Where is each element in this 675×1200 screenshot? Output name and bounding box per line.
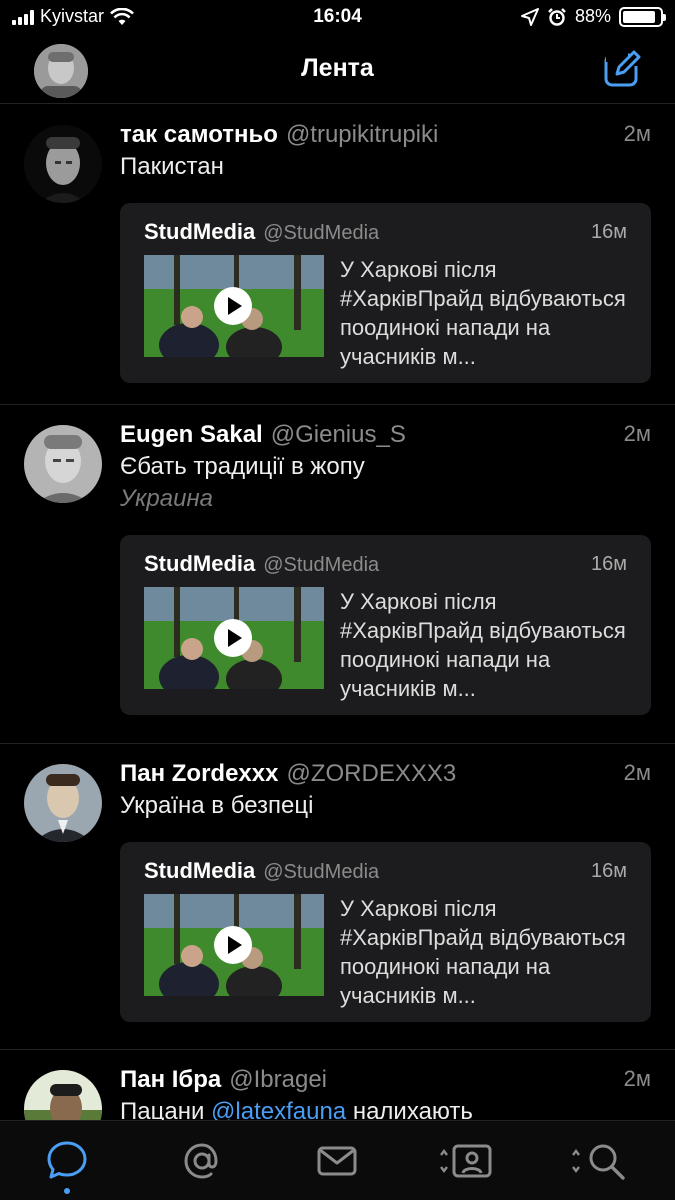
home-icon[interactable] <box>43 1137 91 1185</box>
messages-icon[interactable] <box>313 1137 361 1185</box>
page-title: Лента <box>301 54 374 82</box>
author-name[interactable]: Eugen Sakal <box>120 419 263 451</box>
quote-text: У Харкові після #ХарківПрайд відбуваютьс… <box>340 257 626 369</box>
tweet-text: Єбать традиції в жопу <box>120 453 365 480</box>
tweet-time: 2м <box>623 421 651 446</box>
tweet-header: Eugen Sakal @Gienius_S <box>120 419 651 451</box>
search-icon[interactable] <box>570 1137 628 1185</box>
quote-time: 16м <box>591 221 627 243</box>
tweet-text: Україна в безпеці <box>120 792 314 819</box>
video-thumbnail[interactable] <box>144 587 324 689</box>
author-name[interactable]: Пан Ібра <box>120 1064 221 1096</box>
location-arrow-icon <box>520 7 539 26</box>
quote-author-name: StudMedia <box>144 858 256 883</box>
quote-header: StudMedia @StudMedia <box>144 551 627 577</box>
active-tab-indicator <box>64 1188 70 1194</box>
timeline-feed[interactable]: так самотньо @trupikitrupiki 2м Пакистан… <box>0 105 675 1120</box>
quote-text: У Харкові після #ХарківПрайд відбуваютьс… <box>340 896 626 1008</box>
tweet-header: Пан Ібра @Ibragei <box>120 1064 651 1096</box>
avatar[interactable] <box>24 1070 102 1120</box>
battery-fill <box>623 10 655 23</box>
tweet[interactable]: Пан Zordexxx @ZORDEXXX3 2м Україна в без… <box>0 744 675 1050</box>
nav-bar: Лента <box>0 36 675 104</box>
tweet-text: Пакистан <box>120 153 224 180</box>
quote-author-handle: @StudMedia <box>263 222 380 244</box>
status-right: 88% <box>520 6 666 27</box>
battery-percent: 88% <box>574 6 611 26</box>
quote-author-handle: @StudMedia <box>263 554 380 576</box>
compose-icon[interactable] <box>603 50 641 88</box>
avatar[interactable] <box>24 764 102 842</box>
video-thumbnail[interactable] <box>144 894 324 996</box>
tweet-text-end: налихають <box>346 1098 473 1120</box>
tweet-time: 2м <box>623 760 651 785</box>
mentions-icon[interactable] <box>178 1137 226 1185</box>
quote-header: StudMedia @StudMedia <box>144 858 627 884</box>
alarm-icon <box>548 7 566 26</box>
play-icon[interactable] <box>214 287 252 325</box>
author-name[interactable]: так самотньо <box>120 119 278 151</box>
status-bar: Kyivstar 16:04 88% <box>0 0 675 36</box>
tweet-time: 2м <box>623 1066 651 1091</box>
quote-header: StudMedia @StudMedia <box>144 219 627 245</box>
author-handle[interactable]: @Ibragei <box>229 1064 327 1096</box>
play-icon[interactable] <box>214 619 252 657</box>
tweet[interactable]: так самотньо @trupikitrupiki 2м Пакистан… <box>0 105 675 405</box>
quote-author-name: StudMedia <box>144 219 256 244</box>
quote-author-name: StudMedia <box>144 551 256 576</box>
tweet-header: Пан Zordexxx @ZORDEXXX3 <box>120 758 651 790</box>
tweet-text: Пацани @latexfauna налихають <box>120 1096 651 1120</box>
quote-time: 16м <box>591 553 627 575</box>
quote-time: 16м <box>591 860 627 882</box>
avatar[interactable] <box>24 125 102 203</box>
author-handle[interactable]: @Gienius_S <box>271 419 406 451</box>
tweet-time: 2м <box>623 121 651 146</box>
quoted-tweet[interactable]: StudMedia @StudMedia 16м У Харкові після… <box>120 203 651 383</box>
quote-text: У Харкові після #ХарківПрайд відбуваютьс… <box>340 589 626 701</box>
battery-icon <box>619 6 666 27</box>
video-thumbnail[interactable] <box>144 255 324 357</box>
tweet-text-start: Пацани <box>120 1098 212 1120</box>
tab-bar <box>0 1120 675 1200</box>
mention-link[interactable]: @latexfauna <box>211 1098 346 1120</box>
play-icon[interactable] <box>214 926 252 964</box>
tweet[interactable]: Eugen Sakal @Gienius_S 2м Єбать традиції… <box>0 405 675 744</box>
quoted-tweet[interactable]: StudMedia @StudMedia 16м У Харкові після… <box>120 535 651 715</box>
author-handle[interactable]: @ZORDEXXX3 <box>286 758 456 790</box>
author-name[interactable]: Пан Zordexxx <box>120 758 278 790</box>
quoted-tweet[interactable]: StudMedia @StudMedia 16м У Харкові після… <box>120 842 651 1022</box>
tweet-header: так самотньо @trupikitrupiki <box>120 119 651 151</box>
accounts-icon[interactable] <box>438 1137 496 1185</box>
tweet[interactable]: Пан Ібра @Ibragei 2м Пацани @latexfauna … <box>0 1050 675 1120</box>
tweet-location[interactable]: Украина <box>120 483 651 515</box>
author-handle[interactable]: @trupikitrupiki <box>286 119 438 151</box>
quote-author-handle: @StudMedia <box>263 861 380 883</box>
avatar[interactable] <box>24 425 102 503</box>
